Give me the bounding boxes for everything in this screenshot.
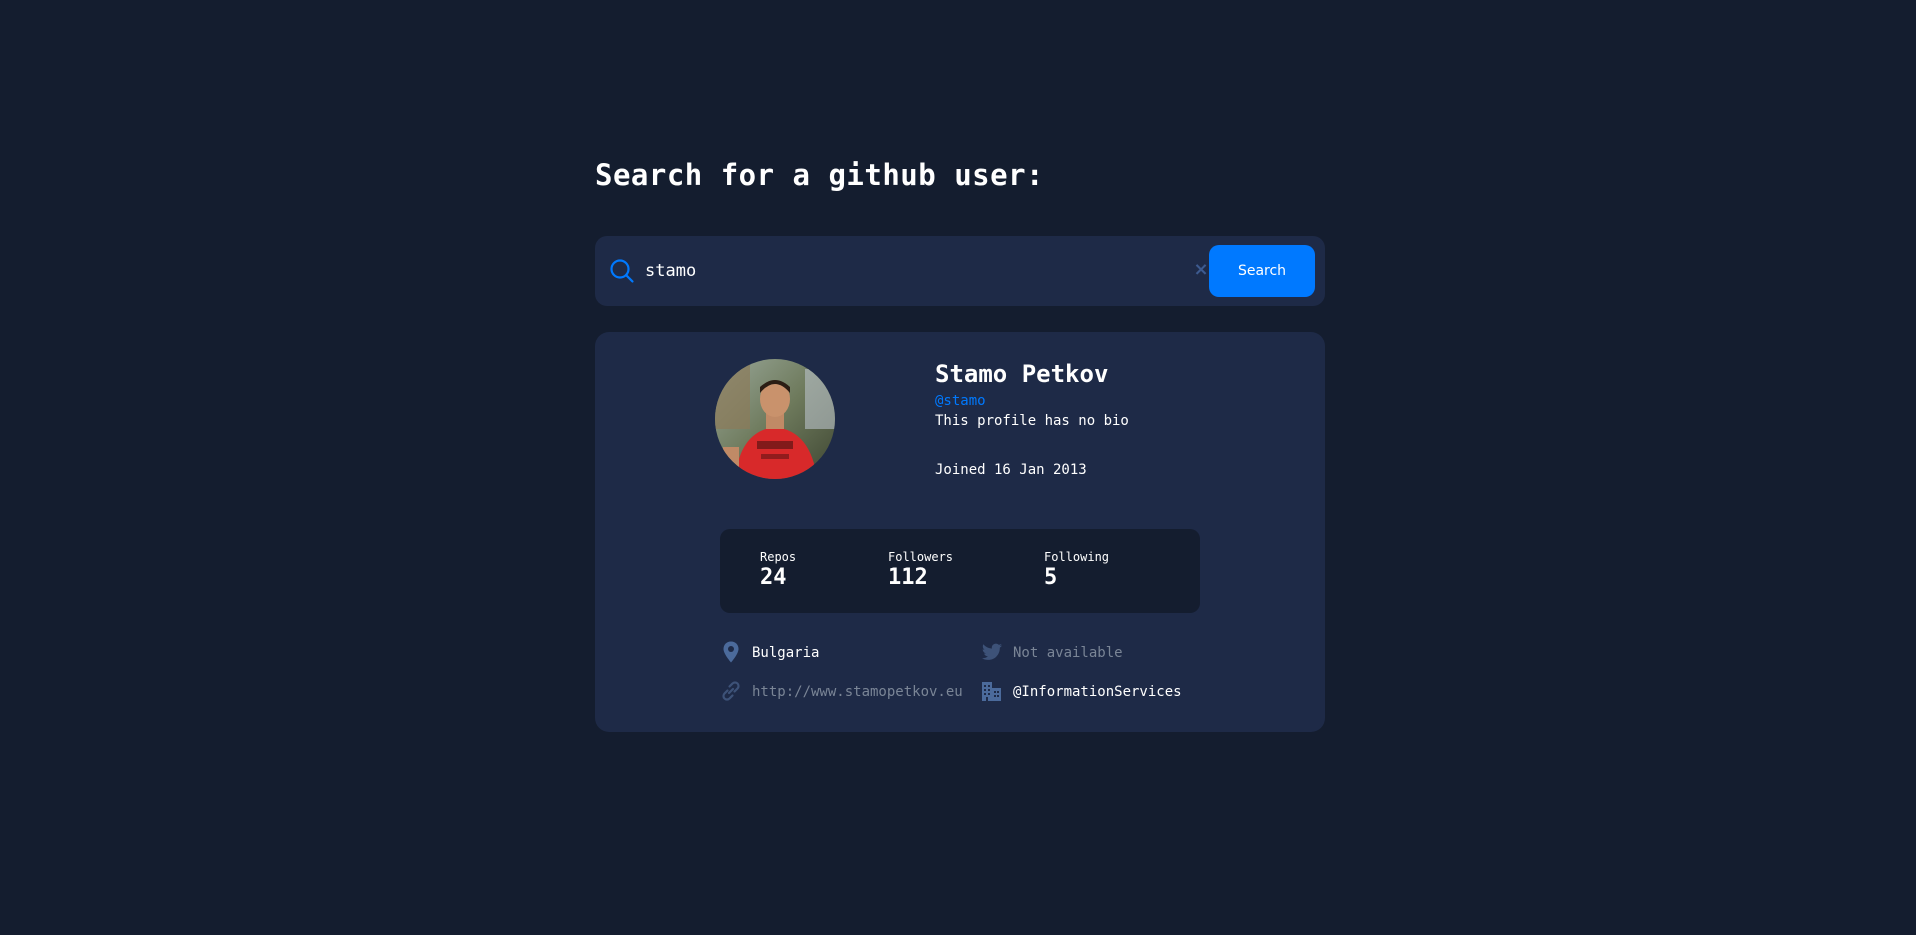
stat-label: Repos [760,550,797,564]
stat-value: 5 [1044,565,1058,590]
search-icon [610,259,634,283]
profile-card: Stamo Petkov @stamo This profile has no … [595,332,1325,732]
location-pin-icon [723,641,739,663]
office-building-icon [982,682,1001,701]
stat-label: Following [1044,550,1110,564]
stat-repos: Repos 24 [760,549,796,591]
search-input[interactable] [645,254,1225,288]
profile-login-link[interactable]: @stamo [935,393,986,409]
search-button[interactable]: Search [1209,245,1315,297]
info-blog-link[interactable]: http://www.stamopetkov.eu [752,683,963,701]
avatar-photo-icon [715,359,835,479]
profile-bio: This profile has no bio [935,413,1129,429]
avatar [715,359,835,479]
stat-following: Following 5 [1044,549,1109,591]
info-twitter-text: Not available [1013,645,1123,661]
stat-label: Followers [888,550,954,564]
link-icon [722,681,740,701]
profile-name: Stamo Petkov [935,360,1109,388]
search-bar: × Search [595,236,1325,306]
stat-followers: Followers 112 [888,549,953,591]
clear-icon[interactable]: × [1192,261,1210,279]
stat-value: 24 [760,565,787,590]
profile-joined-date: Joined 16 Jan 2013 [935,462,1087,478]
stat-value: 112 [888,565,928,590]
info-company-text: @InformationServices [1013,684,1182,700]
page-title: Search for a github user: [595,158,1044,192]
twitter-icon [981,643,1002,660]
info-location-text: Bulgaria [752,645,820,661]
stats-panel: Repos 24 Followers 112 Following 5 [720,529,1200,613]
